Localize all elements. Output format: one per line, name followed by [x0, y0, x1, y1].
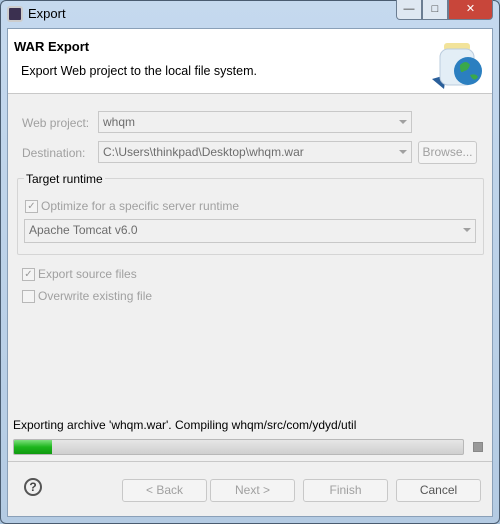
window-title: Export: [28, 6, 66, 21]
web-project-value: whqm: [103, 115, 136, 129]
chevron-down-icon: [463, 228, 471, 232]
optimize-checkbox[interactable]: ✓: [25, 200, 38, 213]
finish-button[interactable]: Finish: [303, 479, 388, 502]
progress-bar: [13, 439, 464, 455]
destination-value: C:\Users\thinkpad\Desktop\whqm.war: [103, 145, 304, 159]
chevron-down-icon: [399, 120, 407, 124]
target-runtime-label: Target runtime: [24, 172, 105, 186]
progress-status: Exporting archive 'whqm.war'. Compiling …: [13, 418, 357, 432]
minimize-button[interactable]: —: [396, 0, 422, 20]
separator: [8, 461, 492, 462]
maximize-button[interactable]: □: [422, 0, 448, 20]
destination-combo[interactable]: C:\Users\thinkpad\Desktop\whqm.war: [98, 141, 412, 163]
back-button[interactable]: < Back: [122, 479, 207, 502]
runtime-value: Apache Tomcat v6.0: [29, 223, 138, 237]
overwrite-checkbox[interactable]: [22, 290, 35, 303]
browse-button[interactable]: Browse...: [418, 141, 477, 164]
chevron-down-icon: [399, 150, 407, 154]
stop-progress-button[interactable]: [473, 442, 483, 452]
help-icon[interactable]: ?: [24, 478, 42, 496]
next-button[interactable]: Next >: [210, 479, 295, 502]
dialog-client: WAR Export Export Web project to the loc…: [7, 28, 493, 517]
web-project-label: Web project:: [22, 116, 90, 130]
optimize-label: Optimize for a specific server runtime: [41, 199, 240, 213]
destination-label: Destination:: [22, 146, 86, 160]
wizard-description: Export Web project to the local file sys…: [21, 64, 257, 78]
web-project-combo[interactable]: whqm: [98, 111, 412, 133]
cancel-button[interactable]: Cancel: [396, 479, 481, 502]
export-source-label: Export source files: [38, 267, 137, 281]
export-source-checkbox[interactable]: ✓: [22, 268, 35, 281]
eclipse-app-icon: [7, 6, 23, 22]
close-button[interactable]: ✕: [448, 0, 493, 20]
wizard-header: WAR Export Export Web project to the loc…: [8, 29, 492, 94]
target-runtime-group: [17, 178, 484, 255]
progress-fill: [14, 440, 53, 454]
overwrite-label: Overwrite existing file: [38, 289, 153, 303]
war-export-jar-globe-icon: [428, 35, 488, 91]
runtime-combo[interactable]: Apache Tomcat v6.0: [24, 219, 476, 243]
wizard-title: WAR Export: [14, 39, 90, 54]
